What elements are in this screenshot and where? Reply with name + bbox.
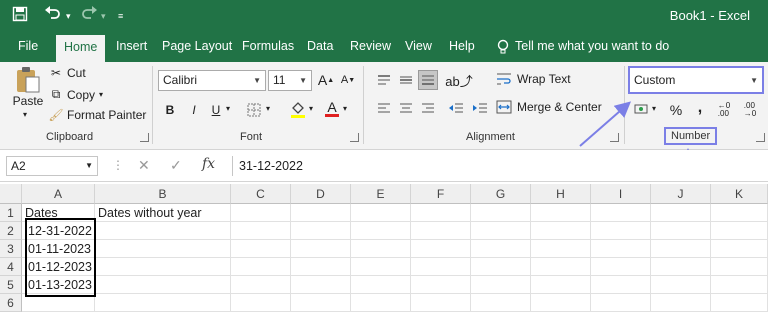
chevron-down-icon: ▼ [85, 161, 93, 170]
grid-cell[interactable] [411, 204, 471, 222]
name-box-value: A2 [11, 159, 26, 173]
column-header[interactable]: H [531, 184, 591, 204]
grid-cell[interactable] [351, 294, 411, 312]
grid-cell[interactable] [591, 294, 651, 312]
cell-b1[interactable]: Dates without year [95, 204, 231, 222]
grid-cell[interactable] [411, 258, 471, 276]
grid-cell[interactable] [711, 258, 768, 276]
grid-cell[interactable] [411, 276, 471, 294]
grid-cell[interactable] [95, 294, 231, 312]
grid-cell[interactable] [591, 276, 651, 294]
grid-cell[interactable] [531, 222, 591, 240]
grid-cell[interactable] [471, 240, 531, 258]
grid-cell[interactable] [411, 222, 471, 240]
formula-bar: A2 ▼ ⋮ ✕ ✓ fx 31-12-2022 [0, 150, 768, 182]
formula-input[interactable]: 31-12-2022 [232, 156, 762, 176]
cancel-icon[interactable]: ✕ [138, 157, 150, 174]
column-header[interactable]: I [591, 184, 651, 204]
column-header[interactable]: E [351, 184, 411, 204]
grid-cell[interactable] [531, 276, 591, 294]
column-header[interactable]: G [471, 184, 531, 204]
grid-cell[interactable] [591, 204, 651, 222]
column-header[interactable]: D [291, 184, 351, 204]
column-header[interactable]: C [231, 184, 291, 204]
selection-border [25, 218, 96, 297]
grid-cell[interactable] [351, 222, 411, 240]
row-header[interactable]: 1 [0, 204, 22, 222]
grid-cell[interactable] [531, 294, 591, 312]
grid-cell[interactable] [651, 294, 711, 312]
name-box[interactable]: A2 ▼ [6, 156, 98, 176]
grid-cell[interactable] [95, 258, 231, 276]
grid-cell[interactable] [471, 294, 531, 312]
grid-cell[interactable] [651, 240, 711, 258]
column-header[interactable]: F [411, 184, 471, 204]
grid-cell[interactable] [95, 276, 231, 294]
grid-cell[interactable] [231, 276, 291, 294]
grid-cell[interactable] [711, 240, 768, 258]
row-header[interactable]: 5 [0, 276, 22, 294]
grid-cell[interactable] [471, 222, 531, 240]
grid-cell[interactable] [531, 240, 591, 258]
grid-cell[interactable] [411, 240, 471, 258]
grid-cell[interactable] [291, 294, 351, 312]
grid-cell[interactable] [231, 204, 291, 222]
grid-cell[interactable] [231, 294, 291, 312]
row-header[interactable]: 3 [0, 240, 22, 258]
worksheet-grid: A B C D E F G H I J K 1 2 3 4 5 6 Dates … [0, 184, 768, 312]
grid-cell[interactable] [411, 294, 471, 312]
grid-cell[interactable] [291, 204, 351, 222]
more-icon: ⋮ [112, 158, 124, 172]
grid-cell[interactable] [351, 240, 411, 258]
select-all-corner[interactable] [0, 184, 22, 204]
row-header[interactable]: 6 [0, 294, 22, 312]
insert-function-icon[interactable]: fx [202, 156, 215, 172]
grid-cell[interactable] [351, 204, 411, 222]
grid-cell[interactable] [291, 276, 351, 294]
grid-cell[interactable] [711, 222, 768, 240]
grid-cell[interactable] [231, 240, 291, 258]
grid-cell[interactable] [531, 258, 591, 276]
column-header[interactable]: A [22, 184, 95, 204]
grid-cell[interactable] [591, 240, 651, 258]
grid-cell[interactable] [95, 240, 231, 258]
column-header[interactable]: K [711, 184, 768, 204]
grid-cell[interactable] [651, 276, 711, 294]
enter-icon[interactable]: ✓ [170, 157, 182, 174]
column-header[interactable]: B [95, 184, 231, 204]
grid-cell[interactable] [651, 258, 711, 276]
grid-cell[interactable] [471, 276, 531, 294]
grid-cell[interactable] [591, 222, 651, 240]
grid-cell[interactable] [591, 258, 651, 276]
grid-cell[interactable] [651, 222, 711, 240]
grid-cell[interactable] [651, 204, 711, 222]
grid-cell[interactable] [291, 240, 351, 258]
grid-cell[interactable] [471, 204, 531, 222]
grid-cell[interactable] [711, 294, 768, 312]
annotation-arrow [579, 101, 632, 147]
grid-cell[interactable] [231, 258, 291, 276]
grid-cell[interactable] [351, 258, 411, 276]
grid-cell[interactable] [711, 276, 768, 294]
grid-cell[interactable] [291, 258, 351, 276]
grid-cell[interactable] [351, 276, 411, 294]
grid-cell[interactable] [231, 222, 291, 240]
grid-cell[interactable] [291, 222, 351, 240]
row-header[interactable]: 4 [0, 258, 22, 276]
grid-cell[interactable] [95, 222, 231, 240]
grid-cell[interactable] [531, 204, 591, 222]
grid-cell[interactable] [711, 204, 768, 222]
grid-cell[interactable] [471, 258, 531, 276]
row-header[interactable]: 2 [0, 222, 22, 240]
column-header[interactable]: J [651, 184, 711, 204]
